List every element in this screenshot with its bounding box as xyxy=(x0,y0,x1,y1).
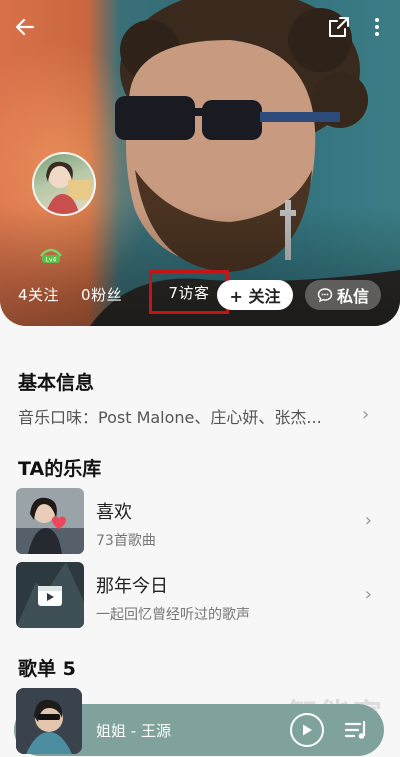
more-button[interactable] xyxy=(362,12,392,42)
on-this-day-subtitle: 一起回忆曾经听过的歌声 xyxy=(96,607,250,623)
likes-cover xyxy=(16,488,84,554)
playlists-title: 歌单 5 xyxy=(18,658,76,680)
chevron-right-icon: › xyxy=(364,584,372,605)
chevron-right-icon: › xyxy=(364,510,372,531)
more-vertical-icon xyxy=(375,18,379,36)
level-badge-text: Lv4 xyxy=(46,257,57,264)
library-item-likes[interactable]: 喜欢 73首歌曲 › xyxy=(16,488,386,554)
follows-count[interactable]: 4关注 xyxy=(18,284,59,305)
play-icon xyxy=(303,724,312,736)
message-button[interactable]: 私信 xyxy=(305,280,381,310)
basic-info-title: 基本信息 xyxy=(18,372,95,394)
fans-count[interactable]: 0粉丝 xyxy=(81,284,122,305)
user-avatar[interactable] xyxy=(32,152,96,216)
visitors-label: 7访客 xyxy=(168,283,210,302)
share-out-icon xyxy=(329,17,349,37)
profile-page: Lv4 4关注 0粉丝 7访客 + 关注 私信 基本信息 音乐口味：Post M… xyxy=(0,0,400,757)
level-badge-icon: Lv4 xyxy=(40,248,62,264)
arrow-left-icon xyxy=(15,18,35,36)
level-badge: Lv4 xyxy=(38,246,64,264)
likes-count: 73首歌曲 xyxy=(96,533,156,549)
music-taste-row[interactable]: 音乐口味：Post Malone、庄心妍、张杰... xyxy=(18,404,358,428)
playlist-button[interactable] xyxy=(342,716,370,744)
back-button[interactable] xyxy=(10,12,40,42)
mini-player[interactable]: 姐姐 - 王源 xyxy=(14,688,384,756)
library-title: TA的乐库 xyxy=(18,458,102,480)
message-button-label: 私信 xyxy=(336,287,369,306)
chevron-right-icon: › xyxy=(362,404,370,425)
now-playing-title: 姐姐 - 王源 xyxy=(96,722,171,740)
library-item-on-this-day[interactable]: 那年今日 一起回忆曾经听过的歌声 › xyxy=(16,562,386,628)
profile-header-background: Lv4 4关注 0粉丝 7访客 + 关注 私信 xyxy=(0,0,400,326)
now-playing-cover xyxy=(16,688,82,754)
follow-button[interactable]: + 关注 xyxy=(217,280,293,310)
chat-bubble-icon xyxy=(317,288,333,303)
profile-stats: 4关注 0粉丝 7访客 xyxy=(18,270,229,314)
on-this-day-cover xyxy=(16,562,84,628)
play-button[interactable] xyxy=(290,713,324,747)
share-button[interactable] xyxy=(324,12,354,42)
playlist-icon xyxy=(344,720,366,739)
on-this-day-title: 那年今日 xyxy=(96,576,168,597)
likes-title: 喜欢 xyxy=(96,502,132,523)
